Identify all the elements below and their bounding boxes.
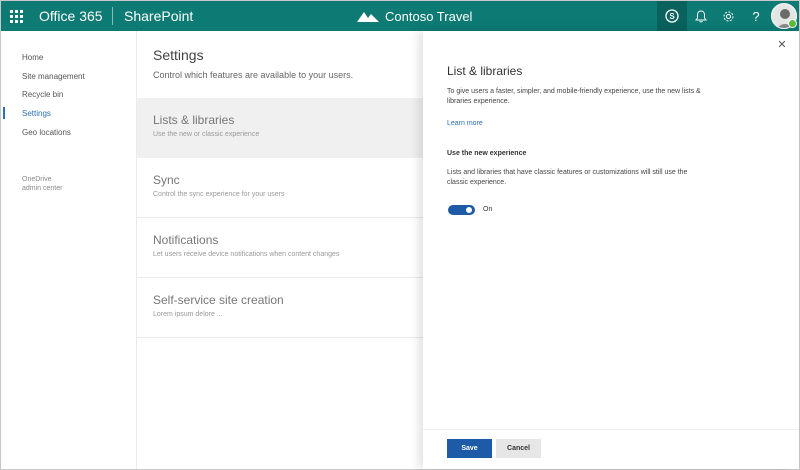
settings-button[interactable] [713, 1, 743, 31]
nav-item-site-management[interactable]: Site management [22, 72, 85, 81]
mountain-logo-icon [357, 12, 379, 22]
svg-text:S: S [669, 12, 675, 21]
setting-row-title: Self-service site creation [153, 293, 284, 307]
brand[interactable]: Contoso Travel [357, 7, 472, 25]
panel-title: List & libraries [447, 64, 523, 78]
setting-row-notifications[interactable]: Notifications Let users receive device n… [137, 218, 437, 278]
save-button[interactable]: Save [447, 439, 492, 458]
top-bar: Office 365 SharePoint Contoso Travel S ? [1, 1, 799, 31]
toggle-knob [466, 207, 472, 213]
skype-button[interactable]: S [657, 1, 687, 31]
nav-item-home[interactable]: Home [22, 53, 43, 62]
cancel-button[interactable]: Cancel [496, 439, 541, 458]
setting-row-self-service-site-creation[interactable]: Self-service site creation Lorem ipsum d… [137, 278, 437, 338]
page-subtitle: Control which features are available to … [153, 70, 354, 80]
nav-active-indicator [3, 107, 5, 119]
details-panel: ✕ List & libraries To give users a faste… [423, 31, 799, 469]
setting-row-lists-libraries[interactable]: Lists & libraries Use the new or classic… [137, 98, 437, 158]
setting-row-desc: Lorem ipsum delore ... [153, 311, 223, 318]
app-launcher-button[interactable] [1, 1, 31, 31]
setting-row-title: Sync [153, 173, 180, 187]
office365-link[interactable]: Office 365 [39, 8, 103, 24]
new-experience-toggle[interactable] [448, 205, 475, 215]
left-nav: Home Site management Recycle bin Setting… [1, 31, 137, 469]
toggle-label: On [483, 206, 493, 213]
panel-description: To give users a faster, simpler, and mob… [447, 88, 701, 105]
learn-more-link[interactable]: Learn more [447, 120, 483, 127]
nav-item-recycle-bin[interactable]: Recycle bin [22, 90, 63, 99]
panel-note: Lists and libraries that have classic fe… [447, 169, 688, 186]
onedrive-label[interactable]: OneDrive [22, 175, 52, 184]
sharepoint-link[interactable]: SharePoint [124, 8, 193, 24]
nav-item-geo-locations[interactable]: Geo locations [22, 128, 71, 137]
setting-row-title: Notifications [153, 233, 219, 247]
gear-icon [723, 11, 733, 21]
notifications-button[interactable] [686, 1, 716, 31]
panel-footer: Save Cancel [423, 429, 799, 469]
help-button[interactable]: ? [741, 1, 771, 31]
presence-status-icon [788, 19, 797, 28]
setting-row-desc: Control the sync experience for your use… [153, 191, 285, 198]
setting-row-desc: Let users receive device notifications w… [153, 251, 340, 258]
brand-name: Contoso Travel [385, 8, 473, 24]
setting-row-title: Lists & libraries [153, 113, 235, 127]
bell-icon [695, 9, 707, 22]
skype-icon: S [665, 9, 679, 23]
panel-subheading: Use the new experience [447, 150, 527, 157]
page-title: Settings [153, 47, 204, 63]
help-icon: ? [752, 8, 760, 24]
admin-center-label[interactable]: admin center [22, 184, 62, 193]
setting-row-desc: Use the new or classic experience [153, 131, 260, 138]
setting-row-sync[interactable]: Sync Control the sync experience for you… [137, 158, 437, 218]
nav-item-settings[interactable]: Settings [22, 109, 51, 118]
waffle-icon [9, 9, 23, 23]
close-icon[interactable]: ✕ [775, 37, 789, 51]
divider [112, 7, 113, 25]
